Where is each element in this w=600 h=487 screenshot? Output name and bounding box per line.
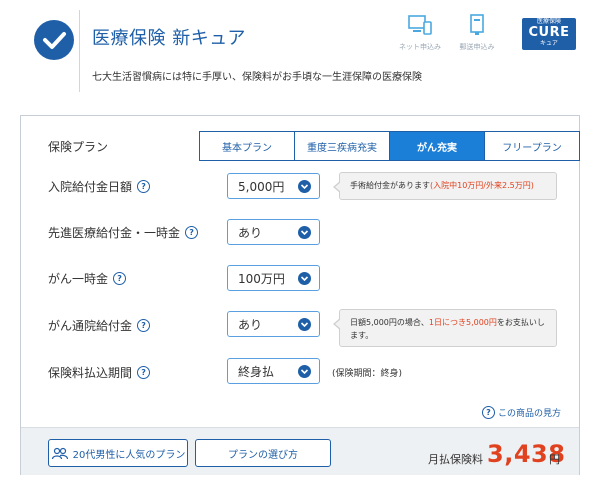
premium-unit: 円 — [549, 453, 560, 466]
chevron-down-icon — [298, 365, 311, 378]
chevron-down-icon — [298, 226, 311, 239]
cure-logo: 医療保険 CURE キュア — [522, 18, 576, 50]
computer-icon — [408, 15, 432, 35]
advanced-medical-value: あり — [238, 225, 263, 240]
help-icon[interactable]: ? — [137, 319, 151, 332]
tab-free[interactable]: フリープラン — [485, 132, 579, 160]
outpatient-note-highlight: 1日につき5,000円 — [428, 318, 497, 327]
net-apply-link[interactable]: ネット申込み — [398, 14, 442, 52]
cancer-lump-value: 100万円 — [238, 271, 285, 286]
mail-apply-link[interactable]: 郵送申込み — [455, 14, 499, 52]
chevron-down-icon — [298, 318, 311, 331]
cancer-outpatient-value: あり — [238, 317, 263, 332]
hospital-label-text: 入院給付金日額 — [48, 180, 133, 194]
product-guide-text: この商品の見方 — [498, 409, 562, 419]
row-period-label: 保険料払込期間 ? — [48, 364, 151, 381]
payment-period-value: 終身払 — [238, 364, 275, 379]
chevron-down-icon — [298, 180, 311, 193]
advanced-label-text: 先進医療給付金・一時金 — [48, 226, 181, 240]
page-subtitle: 七大生活習慣病には特に手厚い、保険料がお手頃な一生涯保障の医療保険 — [92, 72, 422, 83]
net-apply-label: ネット申込み — [399, 43, 441, 51]
row-hospital-label: 入院給付金日額 ? — [48, 178, 151, 195]
header-divider — [79, 10, 80, 92]
help-icon[interactable]: ? — [137, 180, 151, 193]
hospital-note: 手術給付金があります(入院中10万円/外来2.5万円) — [333, 172, 557, 200]
advanced-medical-select[interactable]: あり — [227, 219, 320, 245]
page-title: 医療保険 新キュア — [92, 28, 246, 49]
row-outpatient-label: がん通院給付金 ? — [48, 317, 151, 334]
payment-period-select[interactable]: 終身払 — [227, 358, 320, 384]
outpatient-label-text: がん通院給付金 — [48, 319, 133, 333]
cancer-lump-select[interactable]: 100万円 — [227, 265, 320, 291]
plan-label: 保険プラン — [48, 138, 108, 155]
mailbox-icon — [470, 14, 484, 35]
hospital-daily-select[interactable]: 5,000円 — [227, 173, 320, 199]
help-icon[interactable]: ? — [185, 226, 199, 239]
tab-cancer[interactable]: がん充実 — [390, 132, 485, 160]
period-label-text: 保険料払込期間 — [48, 366, 133, 380]
plan-panel — [20, 115, 580, 475]
hospital-note-text: 手術給付金があります — [350, 181, 430, 190]
logo-main-text: CURE — [528, 25, 570, 40]
mail-apply-label: 郵送申込み — [459, 43, 495, 51]
check-badge-icon — [34, 20, 74, 60]
plan-tabs: 基本プラン 重度三疾病充実 がん充実 フリープラン — [199, 131, 580, 161]
popular-plan-label: 20代男性に人気のプラン — [72, 449, 186, 461]
hospital-daily-value: 5,000円 — [238, 179, 285, 194]
outpatient-note-text-3: ます。 — [350, 331, 374, 340]
tab-basic[interactable]: 基本プラン — [200, 132, 295, 160]
cancer-lump-label-text: がん一時金 — [48, 272, 109, 286]
tab-severe-three[interactable]: 重度三疾病充実 — [295, 132, 390, 160]
hospital-note-highlight: (入院中10万円/外来2.5万円) — [430, 181, 534, 190]
help-icon[interactable]: ? — [113, 272, 127, 285]
popular-plan-button[interactable]: 20代男性に人気のプラン — [48, 439, 188, 467]
coverage-period-note: (保険期間：終身) — [332, 369, 403, 379]
people-icon — [51, 447, 68, 459]
chevron-down-icon — [298, 272, 311, 285]
plan-label-text: 保険プラン — [48, 140, 109, 154]
outpatient-note-text: 日額5,000円の場合、 — [350, 318, 429, 327]
cancer-outpatient-select[interactable]: あり — [227, 311, 320, 337]
help-icon[interactable]: ? — [137, 366, 151, 379]
product-guide-link[interactable]: ? この商品の見方 — [482, 406, 561, 419]
plan-guide-label: プランの選び方 — [228, 449, 298, 461]
outpatient-note-text-2: をお支払いし — [496, 318, 545, 327]
row-cancer-lump-label: がん一時金 ? — [48, 270, 127, 287]
help-icon: ? — [482, 406, 495, 419]
monthly-premium-label: 月払保険料 — [428, 453, 483, 466]
outpatient-note: 日額5,000円の場合、1日につき5,000円をお支払いし ます。 — [333, 309, 557, 347]
plan-guide-button[interactable]: プランの選び方 — [195, 439, 331, 467]
row-advanced-label: 先進医療給付金・一時金 ? — [48, 224, 199, 241]
logo-bottom-text: キュア — [540, 40, 558, 47]
